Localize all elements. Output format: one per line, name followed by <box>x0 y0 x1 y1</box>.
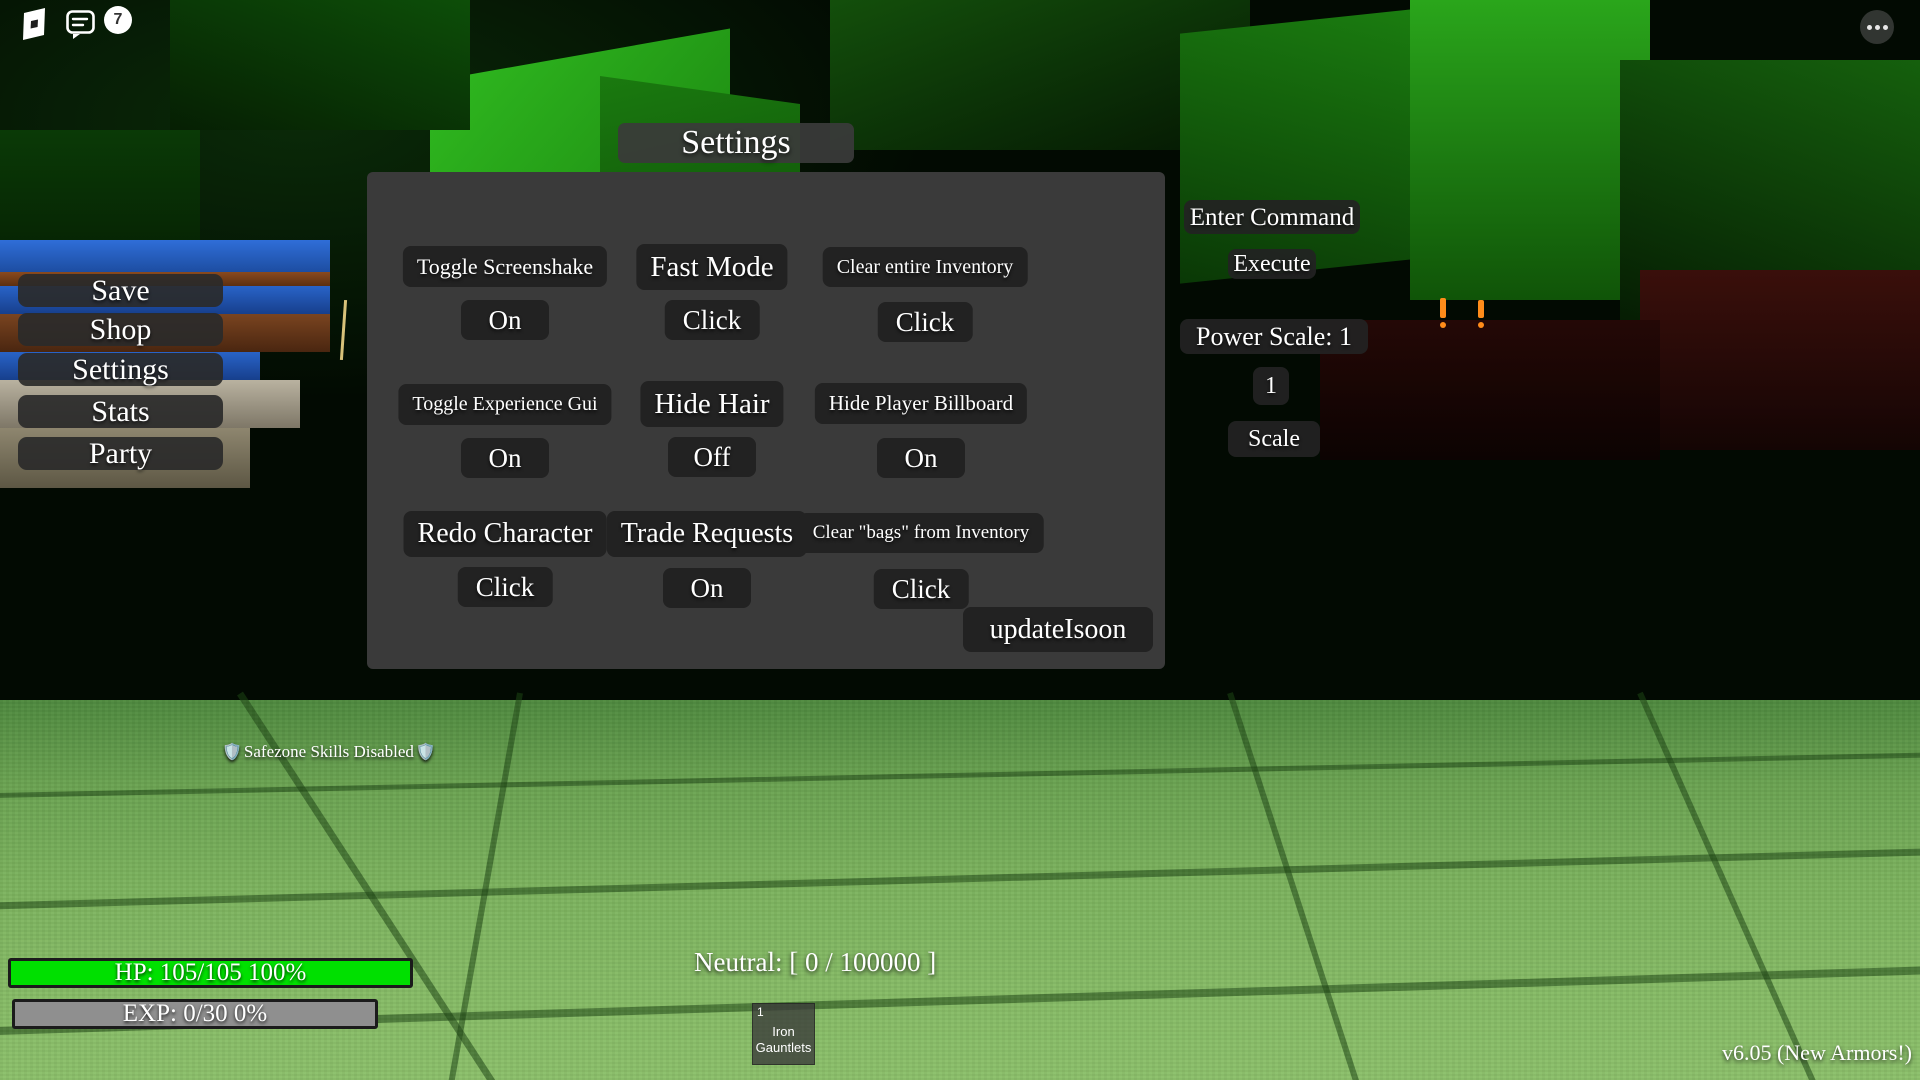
setting-value-text: Click <box>891 573 951 604</box>
setting-value-text: Click <box>475 571 535 602</box>
setting-label-text: Trade Requests <box>620 518 794 549</box>
chat-icon[interactable] <box>66 10 100 40</box>
game-screen: 7 Save Shop Settings Stats Party Enter C… <box>0 0 1920 1080</box>
setting-value-button[interactable]: On <box>461 300 549 340</box>
setting-value-text: On <box>488 442 522 473</box>
execute-label: Execute <box>1233 251 1311 277</box>
hotbar-slot-1[interactable]: 1 Iron Gauntlets <box>752 1003 815 1065</box>
setting-value-button[interactable]: Off <box>668 437 756 477</box>
power-scale-text: Power Scale: 1 <box>1196 321 1352 351</box>
hp-bar-text: HP: 105/105 100% <box>114 959 307 986</box>
menu-item-stats[interactable]: Stats <box>18 395 223 428</box>
scale-button[interactable]: Scale <box>1228 421 1320 457</box>
chat-unread-badge: 7 <box>104 6 132 34</box>
more-options-icon[interactable] <box>1860 10 1894 44</box>
cliff-block <box>1320 320 1660 460</box>
setting-value-text: On <box>690 572 724 603</box>
setting-label-text: Toggle Experience Gui <box>412 393 598 415</box>
settings-title-text: Settings <box>681 124 791 161</box>
setting-label-text: Hide Player Billboard <box>828 391 1014 415</box>
ground-grid-line <box>0 840 1920 912</box>
update-is-soon-label: updateIsoon <box>989 613 1127 645</box>
setting-label[interactable]: Redo Character <box>403 511 607 557</box>
neutral-progress-text: Neutral: [ 0 / 100000 ] <box>694 947 937 977</box>
ground-grid-line <box>1637 691 1855 1080</box>
quest-marker-icon <box>1478 322 1484 328</box>
setting-value-button[interactable]: On <box>663 568 751 608</box>
setting-label[interactable]: Trade Requests <box>606 511 808 557</box>
setting-value-text: Click <box>682 304 742 335</box>
menu-item-label: Stats <box>91 394 150 428</box>
cliff-block <box>1640 270 1920 450</box>
setting-value-button[interactable]: On <box>877 438 965 478</box>
setting-label-text: Clear "bags" from Inventory <box>812 522 1030 543</box>
setting-label[interactable]: Toggle Experience Gui <box>398 384 612 425</box>
settings-panel: Toggle Screenshake On Fast Mode Click Cl… <box>367 172 1165 669</box>
menu-item-party[interactable]: Party <box>18 437 223 470</box>
setting-value-text: On <box>488 304 522 335</box>
settings-window-title: Settings <box>618 123 854 163</box>
hp-bar: HP: 105/105 100% <box>8 958 413 988</box>
menu-item-label: Settings <box>72 352 169 386</box>
setting-value-button[interactable]: Click <box>457 567 553 607</box>
hotbar-item-name: Iron Gauntlets <box>755 1024 812 1056</box>
setting-value-text: Click <box>895 306 955 337</box>
setting-label-text: Fast Mode <box>650 250 774 283</box>
setting-value-text: Off <box>693 441 731 472</box>
setting-value-button[interactable]: Click <box>873 569 969 609</box>
setting-label-text: Toggle Screenshake <box>416 253 594 279</box>
update-is-soon-button[interactable]: updateIsoon <box>963 607 1153 652</box>
menu-item-settings[interactable]: Settings <box>18 353 223 386</box>
menu-item-label: Save <box>91 273 150 307</box>
ground-grid-line <box>1227 692 1406 1080</box>
hotbar-slot-number: 1 <box>757 1005 764 1019</box>
setting-label[interactable]: Hide Player Billboard <box>814 383 1028 424</box>
menu-item-save[interactable]: Save <box>18 274 223 307</box>
setting-label[interactable]: Fast Mode <box>636 244 788 290</box>
scale-label: Scale <box>1248 426 1300 452</box>
setting-label[interactable]: Toggle Screenshake <box>402 246 608 287</box>
safezone-text: Safezone Skills Disabled <box>243 742 414 761</box>
exp-bar: EXP: 0/30 0% <box>12 999 378 1029</box>
quest-marker-icon <box>1440 298 1446 318</box>
setting-value-button[interactable]: On <box>461 438 549 478</box>
shield-icon: 🛡️ <box>415 744 436 761</box>
setting-value-button[interactable]: Click <box>664 300 760 340</box>
power-scale-label: Power Scale: 1 <box>1180 319 1368 354</box>
setting-label[interactable]: Clear entire Inventory <box>822 247 1028 287</box>
safezone-notice: 🛡️ Safezone Skills Disabled 🛡️ <box>222 742 436 762</box>
power-scale-input[interactable]: 1 <box>1253 367 1289 405</box>
setting-label-text: Clear entire Inventory <box>836 255 1014 278</box>
version-label: v6.05 (New Armors!) <box>1721 1040 1912 1065</box>
enter-command-label: Enter Command <box>1189 203 1355 231</box>
menu-item-shop[interactable]: Shop <box>18 313 223 346</box>
top-bar: 7 <box>0 0 1920 50</box>
menu-item-label: Shop <box>89 312 152 346</box>
enter-command-input[interactable]: Enter Command <box>1184 200 1360 234</box>
power-scale-value: 1 <box>1265 373 1277 399</box>
execute-button[interactable]: Execute <box>1228 249 1316 279</box>
exp-bar-text: EXP: 0/30 0% <box>122 1000 268 1027</box>
brick-structure <box>0 240 330 274</box>
roblox-logo-icon[interactable] <box>18 8 50 40</box>
setting-value-button[interactable]: Click <box>877 302 973 342</box>
setting-label[interactable]: Hide Hair <box>640 381 784 427</box>
quest-marker-icon <box>1440 322 1446 328</box>
setting-value-text: On <box>904 442 938 473</box>
shield-icon: 🛡️ <box>222 744 242 761</box>
menu-item-label: Party <box>88 436 153 470</box>
quest-marker-icon <box>1478 300 1484 318</box>
setting-label[interactable]: Clear "bags" from Inventory <box>798 513 1044 553</box>
setting-label-text: Redo Character <box>417 518 593 549</box>
setting-label-text: Hide Hair <box>654 387 770 420</box>
